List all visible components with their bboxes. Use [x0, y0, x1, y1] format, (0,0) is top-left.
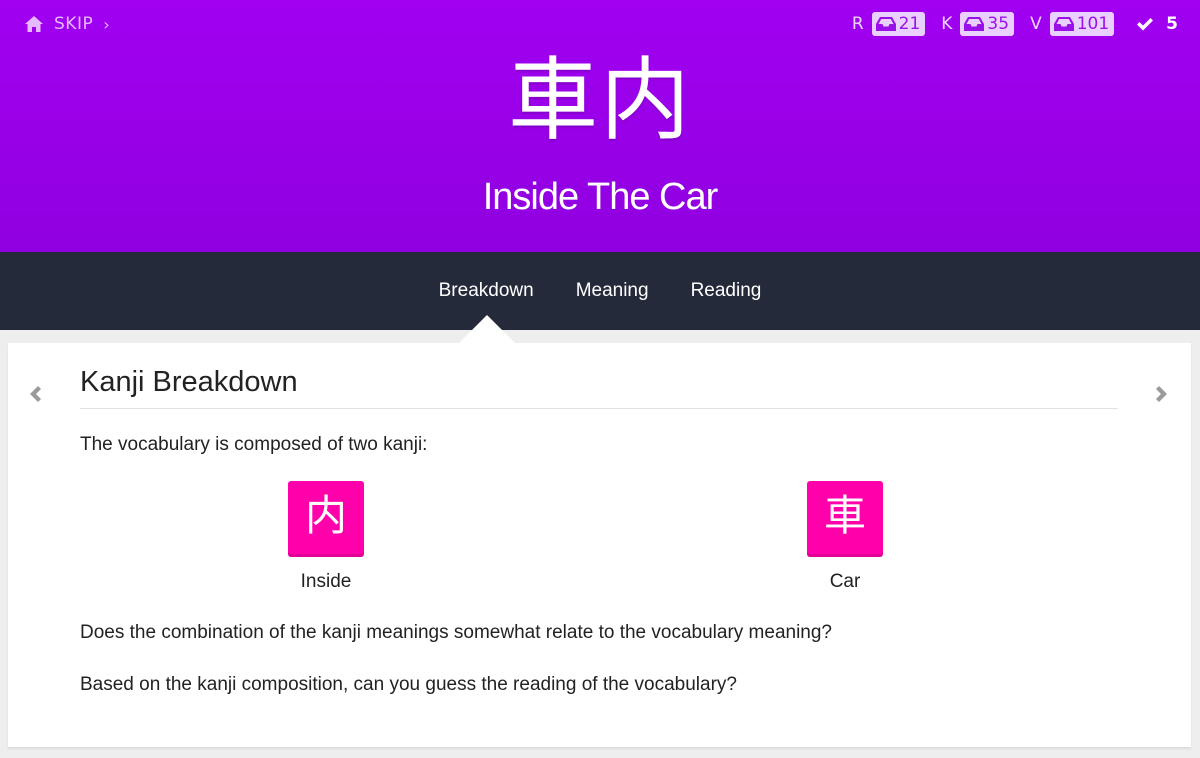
- stat-kanji: K 35: [941, 12, 1015, 36]
- kanji-item-inside[interactable]: 内 Inside: [266, 481, 386, 593]
- chevron-left-icon: [30, 386, 41, 402]
- inbox-icon: [964, 17, 985, 31]
- kanji-tile[interactable]: 内: [288, 481, 364, 557]
- tab-breakdown[interactable]: Breakdown: [439, 280, 534, 302]
- stat-count: 101: [1076, 14, 1110, 34]
- skip-label[interactable]: SKIP: [54, 14, 93, 34]
- stat-letter: K: [941, 14, 953, 34]
- kanji-meaning: Car: [829, 571, 861, 592]
- stat-radicals: R 21: [851, 12, 926, 36]
- stat-letter: V: [1030, 14, 1042, 34]
- stat-count: 21: [898, 14, 921, 34]
- tab-reading[interactable]: Reading: [691, 280, 762, 302]
- kanji-item-car[interactable]: 車 Car: [785, 481, 905, 593]
- section-title: Kanji Breakdown: [80, 366, 1118, 409]
- vocabulary-meaning: Inside The Car: [482, 176, 719, 218]
- previous-button[interactable]: [26, 384, 42, 404]
- chevron-right-icon: [1156, 386, 1167, 402]
- home-icon: [25, 16, 43, 32]
- inbox-icon: [875, 17, 896, 31]
- home-skip-link[interactable]: SKIP ›: [24, 12, 110, 36]
- lesson-header: SKIP › R 21 K 35 V 101 5 車内 Inside The C…: [0, 0, 1200, 252]
- stat-letter: R: [851, 14, 864, 34]
- stat-badge: 35: [960, 12, 1015, 36]
- question-meaning: Does the combination of the kanji meanin…: [80, 622, 832, 643]
- vocabulary-character: 車内: [508, 48, 692, 153]
- chevron-right-small-icon: ›: [103, 14, 110, 34]
- stats-bar: R 21 K 35 V 101 5: [836, 11, 1178, 37]
- stat-count: 35: [987, 14, 1010, 34]
- completed-count: 5: [1136, 14, 1178, 34]
- stat-badge: 21: [871, 12, 926, 36]
- question-reading: Based on the kanji composition, can you …: [80, 674, 737, 695]
- stat-badge: 101: [1049, 12, 1115, 36]
- intro-text: The vocabulary is composed of two kanji:: [80, 434, 428, 455]
- inbox-icon: [1053, 17, 1074, 31]
- kanji-tile[interactable]: 車: [807, 481, 883, 557]
- kanji-meaning: Inside: [300, 571, 352, 592]
- check-icon: [1137, 18, 1154, 31]
- completed-count-value: 5: [1166, 14, 1178, 34]
- lesson-tabs: Breakdown Meaning Reading: [0, 252, 1200, 330]
- stat-vocabulary: V 101: [1030, 12, 1115, 36]
- active-tab-pointer: [459, 315, 515, 343]
- next-button[interactable]: [1155, 384, 1171, 404]
- tab-meaning[interactable]: Meaning: [576, 280, 649, 302]
